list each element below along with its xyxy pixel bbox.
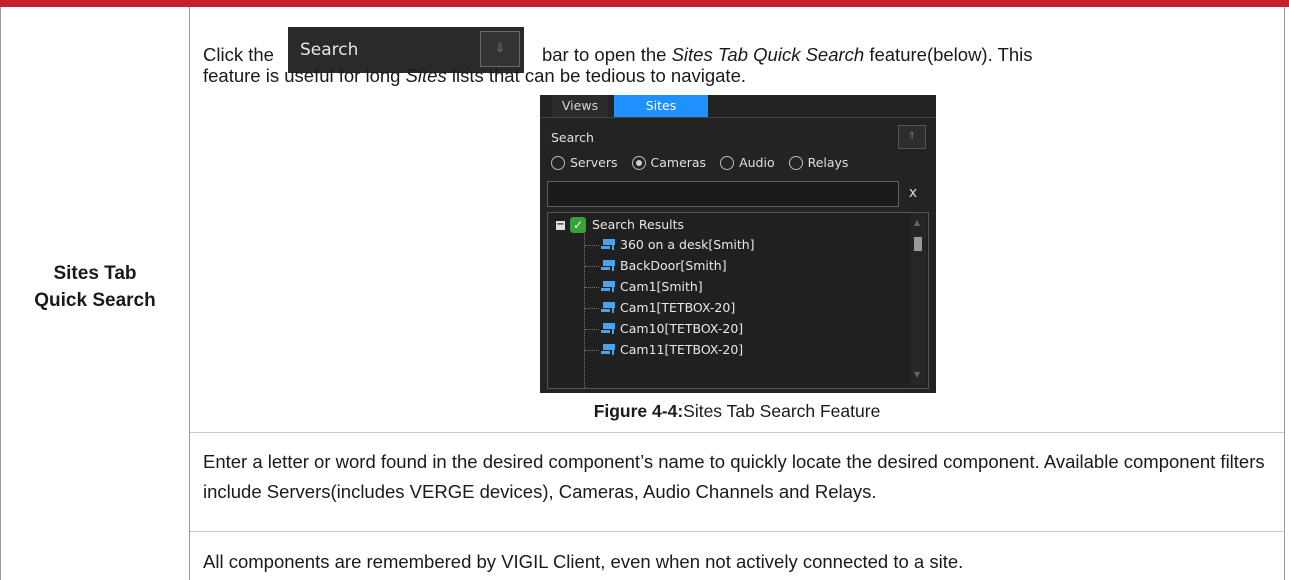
row-label-cell: Sites Tab Quick Search	[1, 7, 190, 580]
sites-search-screenshot: Views Sites Search ⇑ Servers Cameras Aud…	[540, 95, 936, 393]
result-item[interactable]: 360 on a desk[Smith]	[620, 235, 755, 254]
filter-audio[interactable]: Audio	[720, 155, 775, 170]
row-label-line-2: Quick Search	[34, 290, 156, 311]
row-label: Sites Tab Quick Search	[1, 260, 189, 314]
tree-connector	[585, 329, 599, 330]
radio-icon	[788, 156, 803, 170]
tree-connector	[585, 245, 599, 246]
camera-icon	[601, 239, 615, 250]
camera-icon	[601, 260, 615, 271]
intro-line-2: feature is useful for long Sites lists t…	[203, 61, 746, 91]
search-input[interactable]	[547, 181, 899, 207]
row-label-line-1: Sites Tab	[53, 263, 137, 284]
intro-text: feature is useful for long	[203, 65, 401, 86]
filter-label: Cameras	[650, 155, 707, 170]
filter-radio-group: Servers Cameras Audio Relays	[551, 155, 858, 170]
scroll-up-icon[interactable]: ▲	[914, 218, 920, 227]
result-item[interactable]: Cam1[TETBOX-20]	[620, 298, 735, 317]
camera-icon	[601, 323, 615, 334]
content-table: Sites Tab Quick Search Click the Search ⇓ b…	[0, 7, 1285, 580]
filter-label: Audio	[739, 155, 775, 170]
collapse-node-icon[interactable]: −	[556, 220, 565, 230]
tab-views[interactable]: Views	[552, 95, 608, 117]
intro-text: feature(below). This	[869, 44, 1033, 65]
result-item[interactable]: Cam10[TETBOX-20]	[620, 319, 743, 338]
tree-connector	[585, 308, 599, 309]
search-results-tree: − ✓ Search Results 360 on a desk[Smith] B…	[547, 212, 929, 389]
radio-selected-icon	[631, 156, 646, 170]
description-cell: Click the Search ⇓ bar to open the Sites Ta…	[190, 7, 1284, 580]
search-label: Search	[551, 130, 594, 145]
tree-connector	[585, 287, 599, 288]
sites-term: Sites	[405, 65, 447, 86]
scroll-down-icon[interactable]: ▼	[914, 370, 920, 379]
tree-connector	[585, 350, 599, 351]
filter-servers[interactable]: Servers	[551, 155, 618, 170]
double-chevron-up-icon[interactable]: ⇑	[898, 125, 926, 149]
result-item[interactable]: BackDoor[Smith]	[620, 256, 727, 275]
tab-divider	[540, 117, 936, 118]
scroll-thumb[interactable]	[914, 237, 922, 251]
camera-icon	[601, 281, 615, 292]
radio-icon	[720, 156, 735, 170]
top-accent-bar	[0, 0, 1289, 7]
camera-icon	[601, 344, 615, 355]
paragraph-remembered: All components are remembered by VIGIL C…	[203, 551, 964, 572]
tree-connector	[585, 266, 599, 267]
filter-label: Relays	[807, 155, 849, 170]
figure-caption: Figure 4-4:Sites Tab Search Feature	[190, 399, 1284, 423]
intro-text: lists that can be tedious to navigate.	[451, 65, 747, 86]
paragraph-filters: Enter a letter or word found in the desi…	[203, 451, 1265, 502]
filter-relays[interactable]: Relays	[788, 155, 849, 170]
scrollbar[interactable]: ▲ ▼	[910, 213, 926, 386]
result-item[interactable]: Cam1[Smith]	[620, 277, 703, 296]
tab-sites[interactable]: Sites	[614, 95, 708, 117]
filter-cameras[interactable]: Cameras	[631, 155, 707, 170]
result-item[interactable]: Cam11[TETBOX-20]	[620, 340, 743, 359]
clear-button[interactable]: x	[901, 181, 925, 205]
caption-label: Figure 4-4:	[593, 401, 684, 421]
filter-label: Servers	[570, 155, 618, 170]
checkmark-icon: ✓	[570, 217, 586, 233]
caption-text: Sites Tab Search Feature	[683, 401, 881, 421]
tree-connector	[584, 233, 585, 388]
tree-root-label[interactable]: Search Results	[592, 215, 684, 234]
camera-icon	[601, 302, 615, 313]
radio-icon	[551, 156, 565, 170]
